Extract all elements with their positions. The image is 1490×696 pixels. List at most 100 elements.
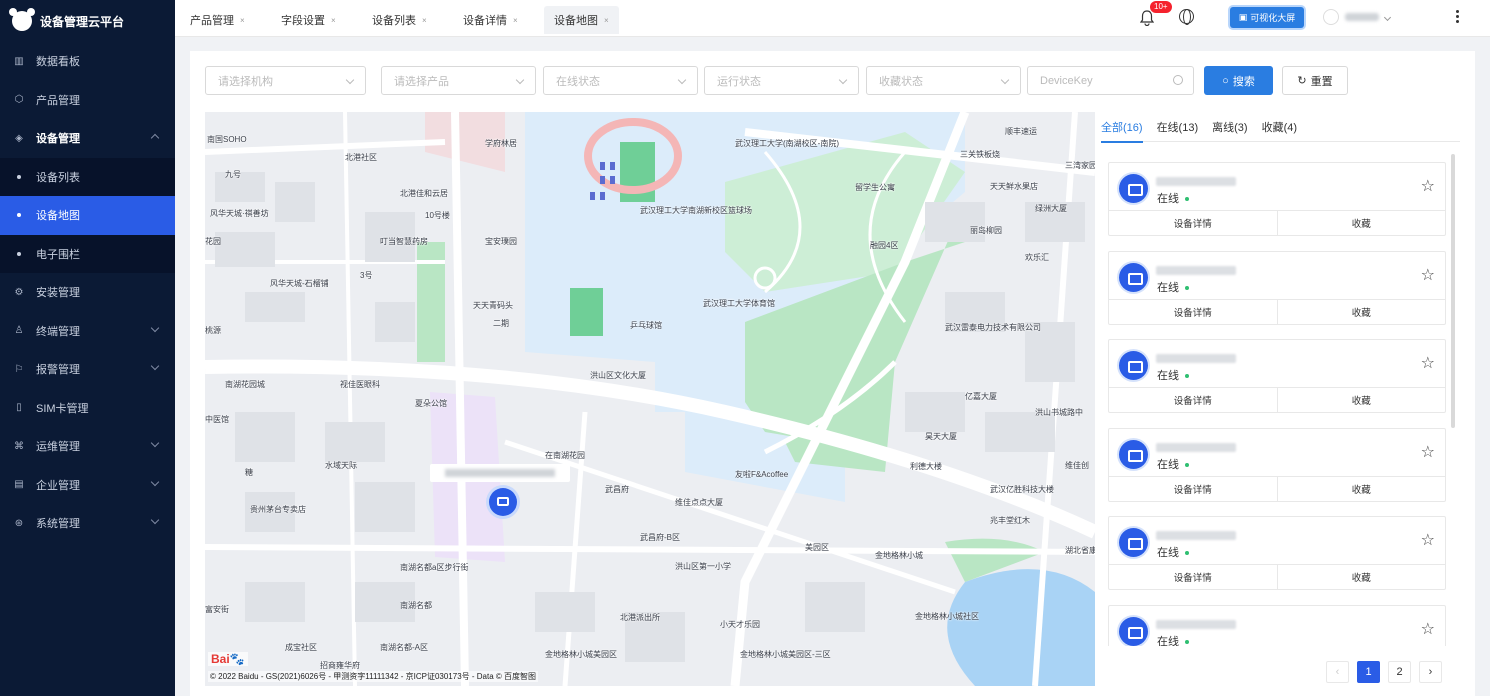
map-poi-label[interactable]: 武昌府: [605, 484, 629, 495]
favorite-button[interactable]: 收藏: [1278, 211, 1446, 235]
product-select[interactable]: 请选择产品: [381, 66, 536, 95]
user-menu[interactable]: [1323, 9, 1392, 25]
star-icon[interactable]: ☆: [1421, 356, 1435, 372]
map-poi-label[interactable]: 绿洲大厦: [1035, 203, 1067, 214]
map-poi-label[interactable]: 桃源: [205, 325, 221, 336]
favorite-button[interactable]: 收藏: [1278, 565, 1446, 589]
map-poi-label[interactable]: 北港佳和云居: [400, 188, 448, 199]
map-poi-label[interactable]: 风华天城-石榴铺: [270, 278, 329, 289]
page-button[interactable]: 2: [1388, 661, 1411, 683]
map-poi-label[interactable]: 二期: [493, 318, 509, 329]
map-poi-label[interactable]: 南国SOHO: [207, 134, 247, 145]
map-poi-label[interactable]: 10号楼: [425, 210, 450, 221]
map-poi-label[interactable]: 中医馆: [205, 414, 229, 425]
visual-screen-button[interactable]: ▣ 可视化大屏: [1230, 7, 1304, 28]
page-button[interactable]: 1: [1357, 661, 1380, 683]
scrollbar[interactable]: [1451, 154, 1455, 428]
sidebar-item-0[interactable]: ▥ 数据看板: [0, 42, 175, 81]
bell-icon[interactable]: [1140, 10, 1154, 26]
map-poi-label[interactable]: 亿嘉大厦: [965, 391, 997, 402]
map-poi-label[interactable]: 贵州茅台专卖店: [250, 504, 306, 515]
device-card[interactable]: 在线☆设备详情收藏: [1108, 339, 1446, 413]
map-poi-label[interactable]: 昊天大厦: [925, 431, 957, 442]
map-poi-label[interactable]: 利德大楼: [910, 461, 942, 472]
star-icon[interactable]: ☆: [1421, 533, 1435, 549]
map-poi-label[interactable]: 三关铁板烧: [960, 149, 1000, 160]
tab-4[interactable]: 设备地图 ×: [544, 6, 619, 34]
panel-tab-2[interactable]: 离线(3): [1212, 114, 1247, 140]
map-poi-label[interactable]: 宝安璞园: [485, 236, 517, 247]
search-button[interactable]: ○ 搜索: [1204, 66, 1273, 95]
device-card[interactable]: 在线☆设备详情收藏: [1108, 427, 1446, 502]
more-vertical-icon[interactable]: [1456, 10, 1459, 24]
sidebar-item-3[interactable]: 设备列表: [0, 157, 175, 196]
map-poi-label[interactable]: 学府林居: [485, 138, 517, 149]
device-card[interactable]: 在线☆设备详情收藏: [1108, 250, 1446, 325]
close-icon[interactable]: ×: [604, 16, 609, 25]
close-icon[interactable]: ×: [513, 16, 518, 25]
sidebar-item-2[interactable]: ◈ 设备管理: [0, 119, 175, 158]
tab-1[interactable]: 字段设置 ×: [271, 6, 346, 34]
star-icon[interactable]: ☆: [1421, 444, 1435, 461]
next-page-button[interactable]: ›: [1419, 661, 1442, 683]
map-poi-label[interactable]: 3号: [360, 270, 372, 281]
map-poi-label[interactable]: 花园: [205, 236, 221, 247]
map-poi-label[interactable]: 水域天际: [325, 460, 357, 471]
favorite-button[interactable]: 收藏: [1278, 300, 1446, 324]
map-poi-label[interactable]: 南湖花园城: [225, 379, 265, 390]
map-poi-label[interactable]: 金地格林小城社区: [915, 611, 979, 622]
map-poi-label[interactable]: 维佳点点大厦: [675, 497, 723, 508]
sidebar-item-9[interactable]: ▯ SIM卡管理: [0, 389, 175, 428]
map-poi-label[interactable]: 南湖名都-A区: [380, 642, 428, 653]
prev-page-button[interactable]: ‹: [1326, 661, 1349, 683]
map-poi-label[interactable]: 小天才乐园: [720, 619, 760, 630]
map-poi-label[interactable]: 南湖名都: [400, 600, 432, 611]
device-detail-button[interactable]: 设备详情: [1109, 565, 1278, 589]
map-poi-label[interactable]: 武昌府-B区: [640, 532, 680, 543]
fav-status-select[interactable]: 收藏状态: [866, 66, 1021, 95]
sidebar-item-10[interactable]: ⌘ 运维管理: [0, 427, 175, 466]
map-poi-label[interactable]: 南湖名都a区步行街: [400, 562, 468, 573]
map-poi-label[interactable]: 三湾家园: [1065, 160, 1095, 171]
panel-tab-3[interactable]: 收藏(4): [1262, 114, 1297, 140]
map-poi-label[interactable]: 北港派出所: [620, 612, 660, 623]
star-icon[interactable]: ☆: [1421, 621, 1435, 638]
sidebar-item-11[interactable]: ▤ 企业管理: [0, 466, 175, 505]
map-poi-label[interactable]: 洪山区文化大厦: [590, 370, 646, 381]
org-select[interactable]: 请选择机构: [205, 66, 366, 95]
tab-0[interactable]: 产品管理 ×: [180, 6, 255, 34]
map-poi-label[interactable]: 成宝社区: [285, 642, 317, 653]
online-status-select[interactable]: 在线状态: [543, 66, 698, 95]
sidebar-item-8[interactable]: ⚐ 报警管理: [0, 350, 175, 389]
sidebar-item-6[interactable]: ⚙ 安装管理: [0, 273, 175, 312]
map-poi-label[interactable]: 武汉雷泰电力技术有限公司: [945, 322, 1041, 333]
device-marker[interactable]: [489, 488, 517, 516]
star-icon[interactable]: ☆: [1421, 267, 1435, 284]
map-poi-label[interactable]: 乒乓球馆: [630, 320, 662, 331]
devicekey-input[interactable]: DeviceKey: [1027, 66, 1194, 95]
map-view[interactable]: 南国SOHO 北港社区 学府林居 九号 北港佳和云居 风华天城·祺善坊 10号楼 花园 叮当智慧…: [205, 112, 1095, 686]
device-card[interactable]: 在线☆设备详情收藏: [1108, 516, 1446, 590]
map-poi-label[interactable]: 留学生公寓: [855, 182, 895, 193]
sidebar-item-4[interactable]: 设备地图: [0, 196, 175, 235]
tab-2[interactable]: 设备列表 ×: [362, 6, 437, 34]
device-detail-button[interactable]: 设备详情: [1109, 388, 1278, 412]
map-poi-label[interactable]: 湖北省康: [1065, 545, 1095, 556]
language-globe-icon[interactable]: [1179, 9, 1194, 25]
device-card[interactable]: 在线☆设备详情收藏: [1108, 604, 1446, 646]
map-poi-label[interactable]: 美园区: [805, 542, 829, 553]
map-poi-label[interactable]: 天天青码头: [473, 300, 513, 311]
map-poi-label[interactable]: 武汉理工大学南湖新校区篮球场: [640, 205, 752, 216]
sidebar-item-12[interactable]: ⊛ 系统管理: [0, 504, 175, 543]
app-logo[interactable]: 设备管理云平台: [0, 0, 175, 42]
tab-3[interactable]: 设备详情 ×: [453, 6, 528, 34]
favorite-button[interactable]: 收藏: [1278, 388, 1446, 412]
map-poi-label[interactable]: 九号: [225, 169, 241, 180]
sidebar-item-7[interactable]: ♙ 终端管理: [0, 312, 175, 351]
star-icon[interactable]: ☆: [1421, 179, 1435, 195]
map-poi-label[interactable]: 维佳创: [1065, 460, 1089, 471]
close-icon[interactable]: ×: [422, 16, 427, 25]
map-poi-label[interactable]: 武汉理工大学(南湖校区-南院): [735, 138, 839, 149]
map-poi-label[interactable]: 叮当智慧药房: [380, 236, 428, 247]
map-poi-label[interactable]: 糖: [245, 467, 253, 478]
